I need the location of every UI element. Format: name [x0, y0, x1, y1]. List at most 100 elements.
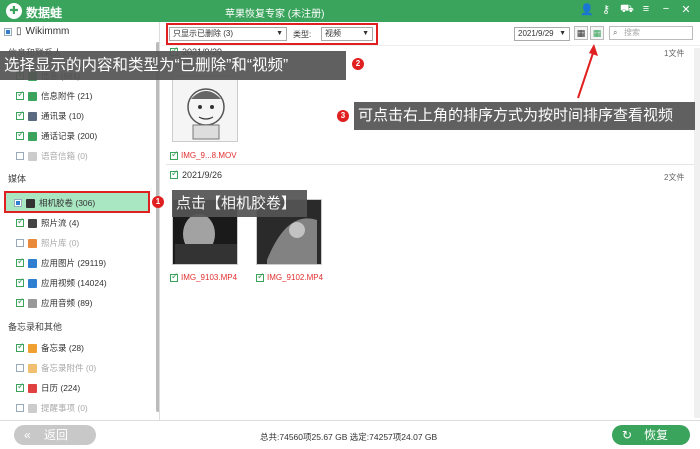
annotation-step-1: 点击【相机胶卷】	[172, 190, 307, 217]
step-badge-1: 1	[152, 196, 164, 208]
sidebar-item-label: 照片库 (0)	[41, 238, 80, 248]
sidebar-item-label: 照片流 (4)	[41, 218, 80, 228]
phone-icon: ▯	[16, 26, 22, 37]
menu-icon[interactable]: ≡	[640, 3, 652, 17]
file-item-2[interactable]: IMG_9103.MP4	[170, 271, 237, 282]
annotation-step-2: 选择显示的内容和类型为“已删除”和“视频”	[0, 51, 346, 80]
checkbox[interactable]	[16, 216, 25, 227]
group-checkbox[interactable]	[170, 168, 179, 179]
voicemail-icon	[28, 151, 37, 161]
time-sort-button[interactable]: ▦	[590, 26, 604, 40]
notes-icon	[28, 343, 37, 353]
checkbox[interactable]	[16, 364, 24, 372]
sidebar-item-label: 应用音频 (89)	[41, 298, 93, 308]
checkbox[interactable]	[16, 296, 25, 307]
file-name: IMG_9...8.MOV	[181, 151, 237, 160]
device-row[interactable]: ▯ Wikimmm	[4, 26, 69, 37]
app-name: 数据蛙	[26, 6, 63, 20]
checkbox[interactable]	[16, 109, 25, 120]
sidebar-item-contacts[interactable]: 通讯录 (10)	[16, 109, 84, 122]
phone-call-icon	[28, 131, 37, 141]
section-media: 媒体	[8, 174, 27, 184]
recover-button[interactable]: ↻ 恢复	[612, 425, 690, 445]
sidebar-item-note-attachments[interactable]: 备忘录附件 (0)	[16, 362, 96, 374]
user-icon[interactable]: 👤	[580, 3, 594, 17]
checkbox[interactable]	[16, 256, 25, 267]
checkbox[interactable]	[16, 404, 24, 412]
cart-icon[interactable]: ⛟	[620, 3, 634, 17]
minimize-icon[interactable]: −	[660, 3, 672, 17]
selection-totals: 总共:74560项25.67 GB 选定:74257项24.07 GB	[260, 432, 438, 442]
date-select[interactable]: 2021/9/29 ▼	[514, 27, 570, 41]
checkbox[interactable]	[16, 89, 25, 100]
sidebar-item-label: 信息附件 (21)	[41, 91, 93, 101]
camera-icon	[26, 198, 35, 208]
note-attachment-icon	[28, 363, 37, 373]
back-label: 返回	[44, 428, 69, 442]
key-icon[interactable]: ⚷	[600, 3, 612, 17]
grid-view-button[interactable]: ▦	[574, 26, 588, 40]
checkbox[interactable]	[16, 341, 25, 352]
attachment-icon	[28, 91, 37, 101]
sidebar-item-app-videos[interactable]: 应用视频 (14024)	[16, 276, 107, 289]
sidebar-item-label: 应用视频 (14024)	[41, 278, 107, 288]
sidebar-item-label: 语音信箱 (0)	[41, 151, 88, 161]
sidebar-item-label: 备忘录附件 (0)	[41, 363, 97, 373]
window-controls: 👤 ⚷ ⛟ ≡ − ✕	[580, 3, 692, 17]
app-logo-icon: ✚	[6, 3, 22, 19]
sidebar-item-label: 通讯录 (10)	[41, 111, 84, 121]
checkbox[interactable]	[16, 239, 24, 247]
device-checkbox[interactable]	[4, 27, 12, 36]
sidebar-item-app-audio[interactable]: 应用音频 (89)	[16, 296, 93, 309]
window-title: 苹果恢复专家 (未注册)	[225, 9, 325, 20]
sidebar-item-call-log[interactable]: 通话记录 (200)	[16, 129, 97, 142]
contacts-icon	[28, 111, 37, 121]
sidebar-item-voicemail[interactable]: 语音信箱 (0)	[16, 150, 88, 162]
sidebar-item-label: 日历 (224)	[41, 383, 81, 393]
file-item-1[interactable]: IMG_9...8.MOV	[170, 149, 237, 160]
sidebar-item-reminders[interactable]: 提醒事项 (0)	[16, 402, 88, 414]
photo-library-icon	[28, 238, 37, 248]
file-item-3[interactable]: IMG_9102.MP4	[256, 271, 324, 282]
sidebar-item-photo-stream[interactable]: 照片流 (4)	[16, 216, 80, 229]
reminders-icon	[28, 403, 37, 413]
sidebar-item-notes[interactable]: 备忘录 (28)	[16, 341, 84, 354]
bottom-bar: «返回 总共:74560项25.67 GB 选定:74257项24.07 GB …	[0, 420, 700, 449]
sidebar-item-attachments[interactable]: 信息附件 (21)	[16, 89, 93, 102]
sidebar: ▯ Wikimmm 信息和联系人 信息 (681) 信息附件 (21) 通讯录 …	[0, 22, 160, 420]
sidebar-item-calendar[interactable]: 日历 (224)	[16, 381, 81, 394]
date-value: 2021/9/29	[518, 29, 554, 38]
double-chevron-left-icon: «	[24, 428, 31, 442]
search-icon: ⌕	[613, 28, 618, 37]
section-memo: 备忘录和其他	[8, 322, 63, 332]
sidebar-item-photo-library[interactable]: 照片库 (0)	[16, 237, 79, 249]
checkbox[interactable]	[16, 129, 25, 140]
file-name: IMG_9102.MP4	[267, 273, 324, 282]
grid-icon: ▦	[576, 28, 586, 38]
sidebar-scrollbar[interactable]	[156, 42, 159, 412]
thumbnail-video-1[interactable]	[172, 76, 238, 142]
file-checkbox[interactable]	[170, 271, 179, 282]
checkbox[interactable]	[16, 381, 25, 392]
file-checkbox[interactable]	[170, 149, 179, 160]
sidebar-item-camera-roll[interactable]: 相机胶卷 (306)	[14, 197, 95, 209]
photo-stream-icon	[28, 218, 37, 228]
checkbox[interactable]	[14, 199, 22, 207]
app-photos-icon	[28, 258, 37, 268]
group-divider	[166, 164, 694, 165]
recover-icon: ↻	[622, 428, 633, 442]
sidebar-item-app-photos[interactable]: 应用图片 (29119)	[16, 256, 106, 269]
annotation-step-3: 可点击右上角的排序方式为按时间排序查看视频	[354, 102, 695, 130]
search-input[interactable]: ⌕ 搜索	[609, 26, 693, 40]
close-icon[interactable]: ✕	[680, 3, 692, 17]
back-button[interactable]: « 返回	[14, 425, 96, 445]
device-name: Wikimmm	[25, 26, 70, 37]
sort-grid-icon: ▦	[592, 28, 602, 38]
checkbox[interactable]	[16, 152, 24, 160]
title-bar: ✚ 数据蛙 苹果恢复专家 (未注册) 👤 ⚷ ⛟ ≡ − ✕	[0, 0, 700, 22]
group-date-2: 2021/9/26	[170, 168, 222, 180]
file-checkbox[interactable]	[256, 271, 265, 282]
checkbox[interactable]	[16, 276, 25, 287]
app-videos-icon	[28, 278, 37, 288]
sketch-face-thumbnail	[187, 88, 225, 140]
